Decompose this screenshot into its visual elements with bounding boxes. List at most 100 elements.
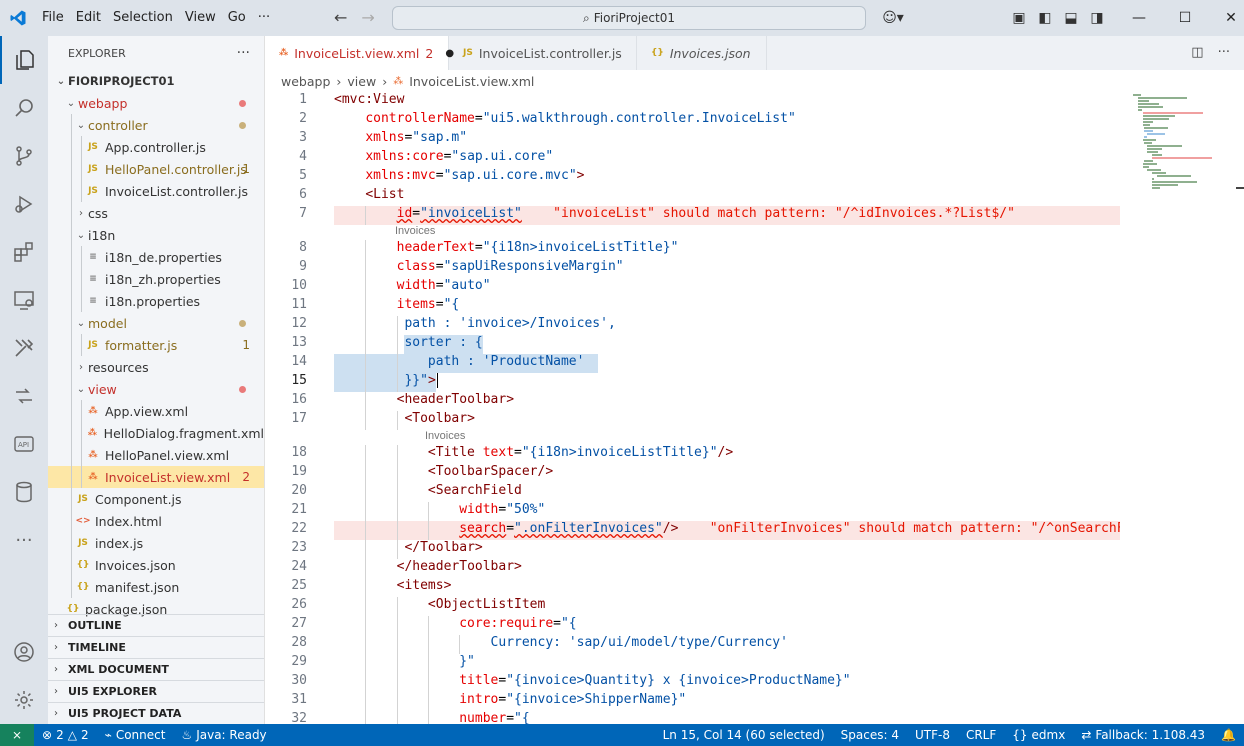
end-of-line[interactable]: CRLF <box>958 728 1004 742</box>
source-control-icon[interactable] <box>0 132 48 180</box>
connect-item[interactable]: ⌁ Connect <box>97 728 174 742</box>
toggle-secondary-sidebar-icon[interactable]: ◨ <box>1084 0 1110 36</box>
tree-item[interactable]: JS HelloPanel.controller.js 1 <box>48 158 264 180</box>
tree-item-label: InvoiceList.view.xml <box>105 469 231 485</box>
tree-item[interactable]: ⌄ i18n <box>48 224 264 246</box>
toggle-panel-icon[interactable]: ⬓ <box>1058 0 1084 36</box>
panel-outline[interactable]: › OUTLINE <box>48 614 264 636</box>
account-icon[interactable] <box>0 628 48 676</box>
extensions-icon[interactable] <box>0 228 48 276</box>
menu-item[interactable]: View <box>179 0 222 36</box>
search-activity-icon[interactable] <box>0 84 48 132</box>
forward-arrow-icon[interactable]: → <box>361 8 374 27</box>
tree-item[interactable]: ⌄ controller <box>48 114 264 136</box>
tree-item[interactable]: ⌄ view <box>48 378 264 400</box>
deploy-icon[interactable] <box>0 372 48 420</box>
minimize-button[interactable]: — <box>1116 0 1162 36</box>
chevron-right-icon: › <box>54 686 58 697</box>
tab-invoices-json[interactable]: {} Invoices.json <box>637 36 767 70</box>
notifications-bell-icon[interactable]: 🔔 <box>1213 728 1244 742</box>
line-number: 5 <box>299 168 307 183</box>
tree-item[interactable]: ⌄ webapp <box>48 92 264 114</box>
token: "50%" <box>506 502 546 517</box>
toggle-sidebar-icon[interactable]: ◧ <box>1032 0 1058 36</box>
tree-item[interactable]: JS App.controller.js <box>48 136 264 158</box>
customize-layout-icon[interactable]: ▣ <box>1006 0 1032 36</box>
maximize-button[interactable]: ☐ <box>1162 0 1208 36</box>
remote-explorer-icon[interactable] <box>0 276 48 324</box>
remote-indicator-icon[interactable]: ⨯ <box>0 724 34 746</box>
language-mode[interactable]: {} edmx <box>1004 728 1073 742</box>
tree-item[interactable]: › css <box>48 202 264 224</box>
indent-guide <box>71 312 72 334</box>
tree-item[interactable]: ⁂ HelloPanel.view.xml <box>48 444 264 466</box>
code-text: search=".onFilterInvoices"/> "onFilterIn… <box>334 521 1120 536</box>
settings-gear-icon[interactable] <box>0 676 48 724</box>
back-arrow-icon[interactable]: ← <box>334 8 347 27</box>
xml-file-icon: ⁂ <box>88 450 98 460</box>
tree-item[interactable]: ≡ i18n_de.properties <box>48 246 264 268</box>
tree-item[interactable]: <> Index.html <box>48 510 264 532</box>
menu-item[interactable]: Edit <box>70 0 107 36</box>
cursor-position[interactable]: Ln 15, Col 14 (60 selected) <box>655 728 833 742</box>
tree-item[interactable]: {} Invoices.json <box>48 554 264 576</box>
tab-invoicelist-view-xml[interactable]: ⁂ InvoiceList.view.xml 2 ● <box>265 36 454 70</box>
problems-indicator[interactable]: ⊗ 2 △ 2 <box>34 728 97 742</box>
tree-item[interactable]: {} manifest.json <box>48 576 264 598</box>
tools-icon[interactable] <box>0 324 48 372</box>
tree-item[interactable]: JS Component.js <box>48 488 264 510</box>
tree-item-label: InvoiceList.controller.js <box>105 183 248 199</box>
tree-item[interactable]: ⌄ model <box>48 312 264 334</box>
code-editor[interactable]: 1 <mvc:View 2 controllerName="ui5.walkthro… <box>265 92 1120 724</box>
json-file-icon: {} <box>66 604 80 614</box>
editor-more-icon[interactable]: ··· <box>1218 45 1230 60</box>
token: "invoiceList" <box>420 206 522 221</box>
tree-item[interactable]: JS index.js <box>48 532 264 554</box>
minimap-line <box>1152 172 1166 174</box>
tree-item[interactable]: ⁂ HelloDialog.fragment.xml <box>48 422 264 444</box>
token: "{ <box>514 711 530 724</box>
project-root[interactable]: ⌄ FIORIPROJECT01 <box>48 70 264 92</box>
command-center-search[interactable]: ⌕ FioriProject01 <box>392 6 866 30</box>
tree-item[interactable]: ⁂ App.view.xml <box>48 400 264 422</box>
minimap-line <box>1137 109 1143 111</box>
tree-item[interactable]: JS formatter.js 1 <box>48 334 264 356</box>
panel-ui5-explorer[interactable]: › UI5 EXPLORER <box>48 680 264 702</box>
tree-item[interactable]: ≡ i18n.properties <box>48 290 264 312</box>
breadcrumb-item[interactable]: InvoiceList.view.xml <box>409 74 534 89</box>
code-line: 29 }" <box>265 654 1120 673</box>
minimap-line <box>1142 118 1169 120</box>
java-status[interactable]: ♨ Java: Ready <box>173 728 274 742</box>
indentation[interactable]: Spaces: 4 <box>833 728 907 742</box>
tree-item[interactable]: › resources <box>48 356 264 378</box>
panel-timeline[interactable]: › TIMELINE <box>48 636 264 658</box>
menu-item[interactable]: File <box>36 0 70 36</box>
menu-item[interactable]: Go <box>222 0 252 36</box>
tab-invoicelist-controller-js[interactable]: JS InvoiceList.controller.js <box>449 36 637 70</box>
minimap-line <box>1152 154 1163 156</box>
panel-xml-document[interactable]: › XML DOCUMENT <box>48 658 264 680</box>
tree-item[interactable]: ⁂ InvoiceList.view.xml 2 <box>48 466 264 488</box>
api-icon[interactable]: API <box>0 420 48 468</box>
run-debug-icon[interactable] <box>0 180 48 228</box>
menu-item[interactable]: ··· <box>252 0 276 36</box>
panel-ui5-project-data[interactable]: › UI5 PROJECT DATA <box>48 702 264 724</box>
ui5-fallback[interactable]: ⇄ Fallback: 1.108.43 <box>1073 728 1213 742</box>
explorer-icon[interactable] <box>0 36 48 84</box>
tree-item[interactable]: JS InvoiceList.controller.js <box>48 180 264 202</box>
tree-item[interactable]: ≡ i18n_zh.properties <box>48 268 264 290</box>
token: = <box>474 240 483 255</box>
menu-item[interactable]: Selection <box>107 0 179 36</box>
encoding[interactable]: UTF-8 <box>907 728 958 742</box>
close-window-button[interactable]: ✕ <box>1208 0 1244 36</box>
split-editor-icon[interactable]: ◫ <box>1191 45 1203 60</box>
more-icon[interactable]: ··· <box>0 516 48 564</box>
copilot-icon[interactable]: ☺▾ <box>876 0 910 36</box>
breadcrumb-item[interactable]: webapp <box>281 74 330 89</box>
database-icon[interactable] <box>0 468 48 516</box>
indent-guide <box>81 290 82 312</box>
minimap[interactable] <box>1125 92 1244 724</box>
indent-guide <box>71 334 72 356</box>
explorer-more-icon[interactable]: ··· <box>237 45 250 61</box>
breadcrumb-item[interactable]: view <box>347 74 376 89</box>
